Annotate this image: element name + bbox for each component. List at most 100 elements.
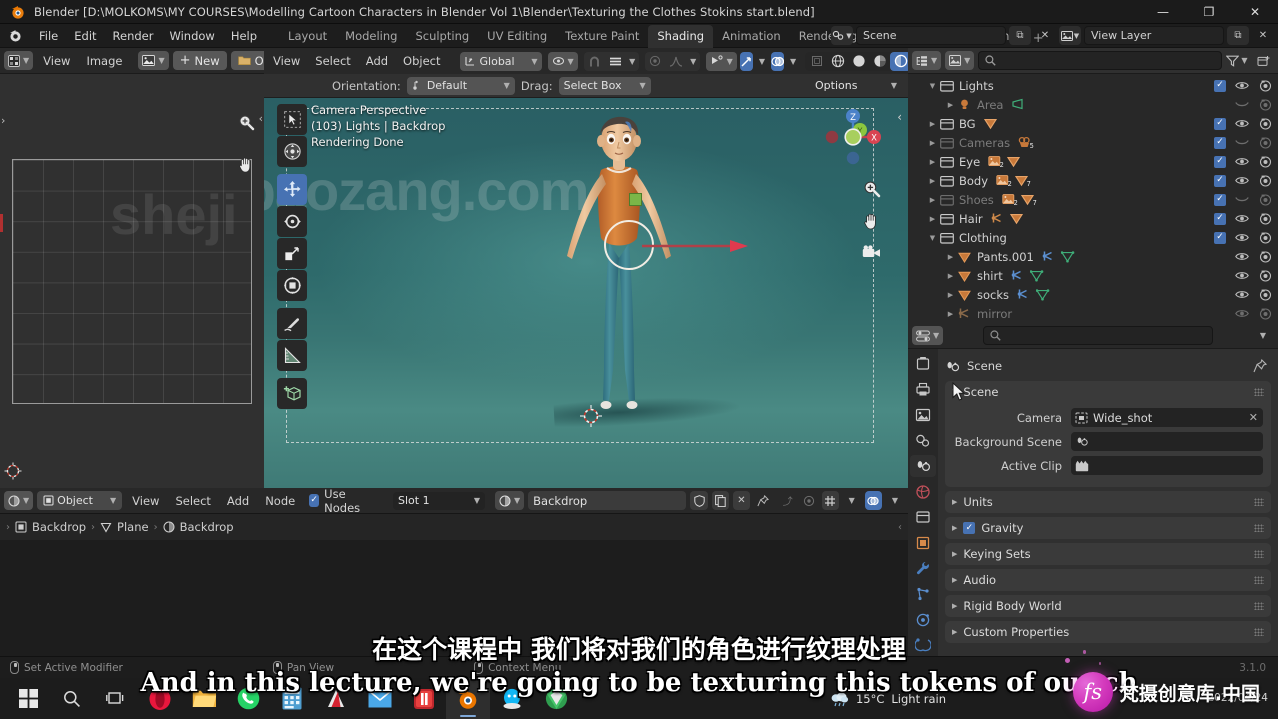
orientation-dropdown[interactable]: Default ▼	[406, 76, 515, 95]
scene-name-field[interactable]: Scene	[856, 26, 1006, 45]
outliner-row-clothing[interactable]: ▼ Clothing ✓	[908, 228, 1278, 247]
outliner-tree[interactable]: ▼ Lights ✓ ▶ Area ▶ BG ✓ ▶ Cameras 5 ✓ ▶ Eye 2 ✓ ▶ B…	[908, 74, 1278, 323]
view-layer-new-icon[interactable]: ⧉	[1227, 26, 1249, 45]
chevron-down-icon[interactable]: ▼	[1252, 326, 1274, 345]
particles-tab[interactable]	[910, 583, 936, 605]
node-snap-dropdown-icon[interactable]: ▼	[843, 491, 861, 510]
active-clip-field[interactable]	[1071, 456, 1263, 475]
hide-viewport-eye-icon[interactable]	[1235, 289, 1249, 300]
falloff-dropdown-icon[interactable]: ▼	[687, 52, 700, 71]
pivot-point-dropdown[interactable]: ▼	[547, 51, 578, 71]
workspace-tab-shading[interactable]: Shading	[648, 24, 714, 48]
shader-menu-select[interactable]: Select	[169, 491, 216, 511]
menu-help[interactable]: Help	[223, 26, 265, 46]
hide-viewport-eye-icon[interactable]	[1235, 80, 1249, 91]
disable-render-camera-icon[interactable]	[1258, 98, 1272, 111]
uv-toolbar-toggle[interactable]: ›	[1, 114, 5, 127]
hide-viewport-eye-icon[interactable]	[1235, 308, 1249, 319]
outliner-editor-type-icon[interactable]: ▼	[912, 51, 942, 70]
view-layer-remove-icon[interactable]: ✕	[1252, 26, 1274, 45]
snap-dropdown-icon[interactable]: ▼	[626, 52, 639, 71]
image-editor-menu-image[interactable]: Image	[80, 51, 128, 71]
menu-edit[interactable]: Edit	[66, 26, 104, 46]
uv-pan-hand-icon[interactable]	[236, 154, 256, 174]
camera-clear-icon[interactable]: ✕	[1249, 411, 1258, 424]
breadcrumb-material[interactable]: Backdrop	[163, 520, 234, 534]
scene-panel-header[interactable]: ▼ Scene	[945, 381, 1271, 403]
gravity-checkbox[interactable]: ✓	[963, 522, 976, 534]
proportional-edit-icon[interactable]	[645, 52, 666, 71]
output-tab[interactable]	[910, 404, 936, 426]
outliner-row-bg[interactable]: ▶ BG ✓	[908, 114, 1278, 133]
scale-tool-icon[interactable]	[277, 238, 307, 269]
menu-file[interactable]: File	[31, 26, 66, 46]
gizmo-toggle-icon[interactable]	[739, 51, 753, 71]
chevron-down-icon[interactable]: ▼	[926, 82, 939, 90]
tweak-tool-icon[interactable]	[277, 104, 307, 135]
view-layer-browse-icon[interactable]: ▼	[1059, 26, 1081, 45]
viewport-canvas[interactable]: shejibaozang.com Camera Perspective (103…	[264, 98, 908, 488]
disable-render-camera-icon[interactable]	[1258, 193, 1272, 206]
outliner-display-mode-icon[interactable]: ▼	[945, 51, 975, 70]
exclude-checkbox[interactable]: ✓	[1214, 155, 1226, 168]
workspace-tab-modeling[interactable]: Modeling	[336, 25, 406, 48]
shader-menu-view[interactable]: View	[126, 491, 165, 511]
shading-material-preview-icon[interactable]	[869, 52, 890, 71]
node-overlay-icon[interactable]	[864, 491, 882, 510]
overlays-toggle-icon[interactable]	[770, 51, 784, 71]
drag-dropdown[interactable]: Select Box ▼	[558, 76, 651, 95]
hide-viewport-eye-icon[interactable]	[1235, 195, 1249, 204]
chevron-down-icon[interactable]: ▼	[926, 234, 939, 242]
disable-render-camera-icon[interactable]	[1258, 269, 1272, 282]
outliner-row-body[interactable]: ▶ Body 2 7 ✓	[908, 171, 1278, 190]
chevron-right-icon[interactable]: ▶	[926, 120, 939, 128]
modifier-tab[interactable]	[910, 558, 936, 580]
breadcrumb-object[interactable]: Backdrop	[15, 520, 86, 534]
collection-tab[interactable]	[910, 506, 936, 528]
disable-render-camera-icon[interactable]	[1258, 231, 1272, 244]
chevron-right-icon[interactable]: ▶	[926, 196, 939, 204]
disable-render-camera-icon[interactable]	[1258, 155, 1272, 168]
scene-unlink-icon[interactable]: ✕	[1034, 26, 1056, 45]
viewport-camera-view-icon[interactable]	[861, 242, 882, 263]
outliner-row-lights[interactable]: ▼ Lights ✓	[908, 76, 1278, 95]
viewport-zoom-icon[interactable]	[861, 178, 882, 199]
background-scene-field[interactable]	[1071, 432, 1263, 451]
camera-field[interactable]: Wide_shot ✕	[1071, 408, 1263, 427]
keying-sets-panel-header[interactable]: ▶ Keying Sets	[945, 543, 1271, 565]
shader-menu-node[interactable]: Node	[259, 491, 301, 511]
visibility-dropdown[interactable]: ▼	[705, 51, 737, 71]
hide-viewport-eye-icon[interactable]	[1235, 138, 1249, 147]
workspace-tab-texture-paint[interactable]: Texture Paint	[556, 25, 648, 48]
close-button[interactable]: ✕	[1232, 0, 1278, 24]
chevron-right-icon[interactable]: ▶	[944, 272, 957, 280]
image-browse-icon[interactable]: ▼	[138, 51, 169, 70]
menu-window[interactable]: Window	[161, 26, 222, 46]
outliner-row-shoes[interactable]: ▶ Shoes 2 7 ✓	[908, 190, 1278, 209]
chevron-right-icon[interactable]: ▶	[926, 139, 939, 147]
hide-viewport-eye-icon[interactable]	[1235, 175, 1249, 186]
exclude-checkbox[interactable]: ✓	[1214, 193, 1226, 206]
filter-icon[interactable]: ▼	[1226, 51, 1248, 70]
overlays-dropdown-icon[interactable]: ▼	[787, 52, 799, 71]
snap-mode-icon[interactable]	[605, 52, 626, 71]
disable-render-camera-icon[interactable]	[1258, 307, 1272, 320]
viewport-menu-object[interactable]: Object	[397, 51, 446, 71]
pin-icon[interactable]	[1253, 359, 1267, 373]
shading-wireframe-icon[interactable]	[827, 52, 848, 71]
blender-menu-icon[interactable]	[8, 28, 23, 43]
use-nodes-checkbox[interactable]: ✓	[309, 494, 320, 507]
exclude-checkbox[interactable]: ✓	[1214, 79, 1226, 92]
hide-viewport-eye-icon[interactable]	[1235, 270, 1249, 281]
breadcrumb-start-arrow[interactable]: ›	[6, 522, 10, 533]
magnet-icon[interactable]	[584, 52, 605, 71]
breadcrumb-mesh[interactable]: Plane	[100, 520, 149, 534]
physics-tab[interactable]	[910, 609, 936, 631]
properties-search-input[interactable]	[982, 326, 1213, 345]
use-nodes-toggle[interactable]: ✓ Use Nodes	[309, 487, 371, 515]
material-name-field[interactable]: Backdrop	[528, 491, 687, 510]
viewport-pan-hand-icon[interactable]	[861, 210, 882, 231]
object-tab[interactable]	[910, 532, 936, 554]
viewport-nav-gizmo[interactable]: Z X Y	[822, 106, 884, 168]
falloff-curve-icon[interactable]	[666, 52, 687, 71]
